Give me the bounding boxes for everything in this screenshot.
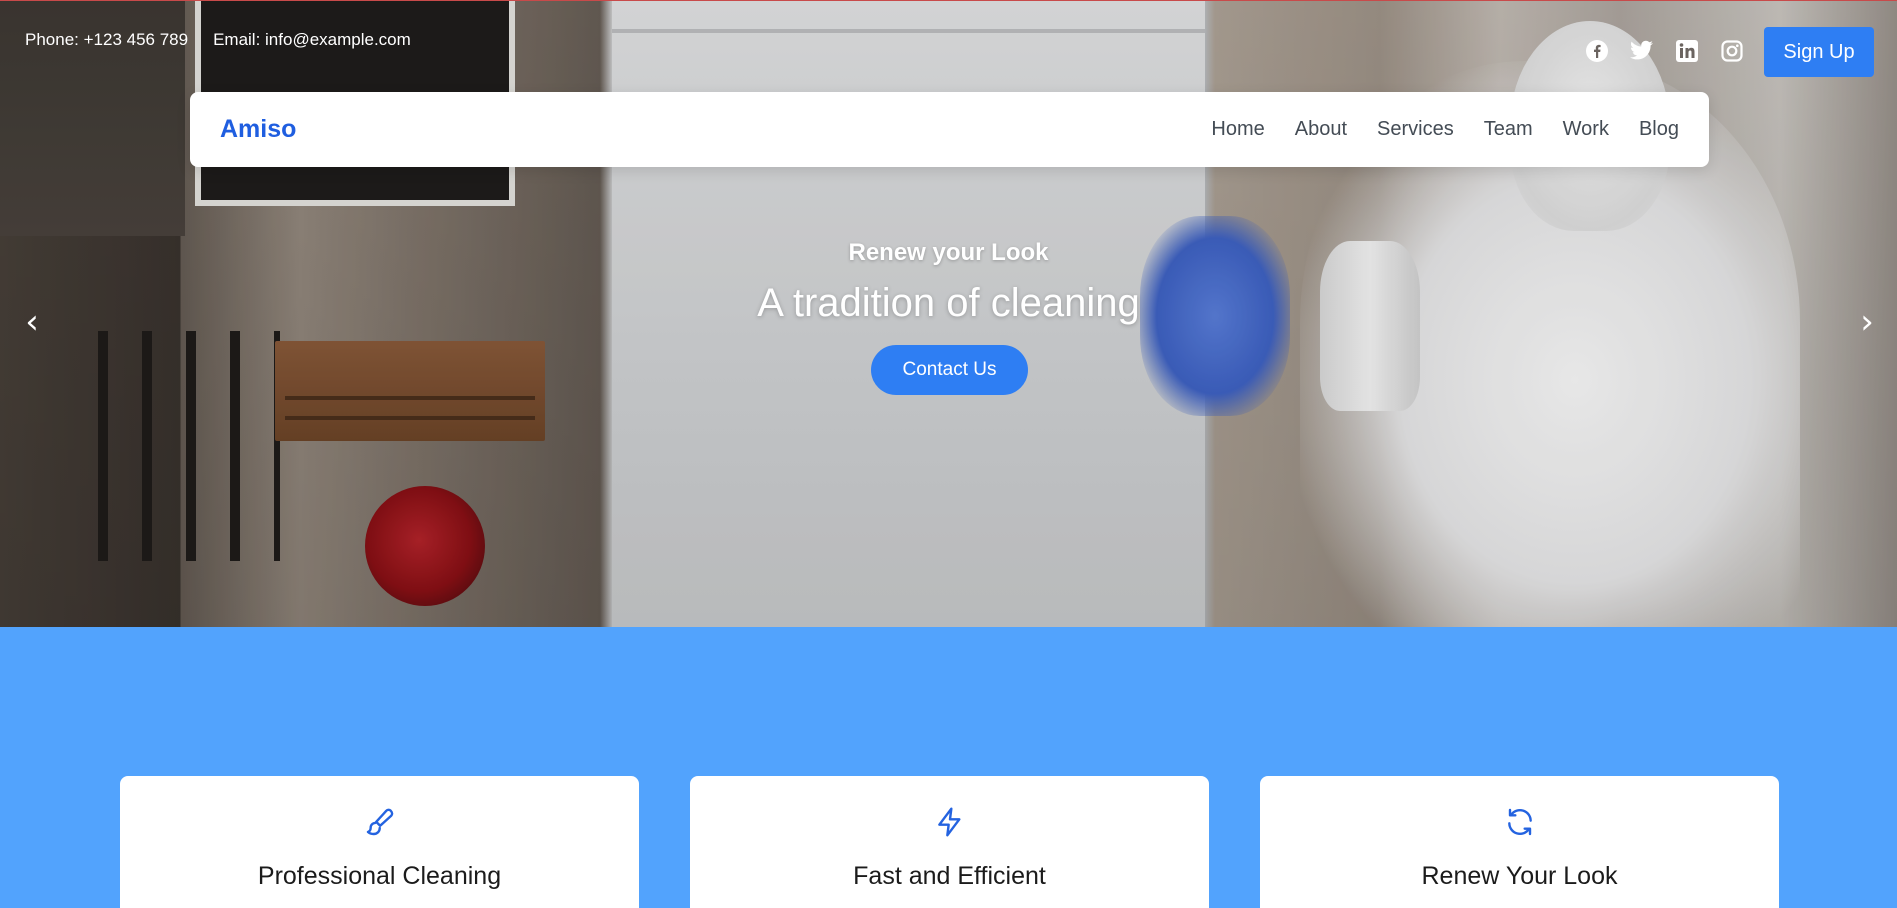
- lightning-icon: [937, 807, 961, 837]
- contact-us-button[interactable]: Contact Us: [871, 345, 1028, 395]
- signup-button[interactable]: Sign Up: [1764, 27, 1874, 77]
- facebook-icon[interactable]: [1584, 38, 1609, 63]
- brush-icon: [366, 808, 393, 836]
- brand-logo[interactable]: Amiso: [220, 115, 296, 144]
- contact-info: Phone: +123 456 789 Email: info@example.…: [25, 30, 411, 50]
- hero-carousel: Phone: +123 456 789 Email: info@example.…: [0, 0, 1897, 627]
- nav-link-home[interactable]: Home: [1211, 118, 1264, 141]
- contact-email: Email: info@example.com: [213, 30, 411, 49]
- nav-link-blog[interactable]: Blog: [1639, 118, 1679, 141]
- nav-link-team[interactable]: Team: [1484, 118, 1533, 141]
- feature-card-professional-cleaning: Professional Cleaning: [120, 776, 639, 908]
- carousel-next-icon[interactable]: ›: [1852, 302, 1882, 342]
- feature-card-renew-your-look: Renew Your Look: [1260, 776, 1779, 908]
- twitter-icon[interactable]: [1629, 38, 1654, 63]
- linkedin-icon[interactable]: [1674, 38, 1699, 63]
- feature-card-fast-efficient: Fast and Efficient: [690, 776, 1209, 908]
- main-navbar: Amiso Home About Services Team Work Blog: [190, 92, 1709, 167]
- contact-phone: Phone: +123 456 789: [25, 30, 189, 49]
- instagram-icon[interactable]: [1719, 38, 1744, 63]
- hero-subtitle: Renew your Look: [848, 239, 1049, 266]
- nav-links: Home About Services Team Work Blog: [1211, 118, 1679, 141]
- feature-title: Professional Cleaning: [257, 862, 502, 890]
- nav-link-about[interactable]: About: [1295, 118, 1347, 141]
- feature-title: Fast and Efficient: [853, 862, 1046, 890]
- refresh-icon: [1507, 808, 1532, 836]
- nav-link-work[interactable]: Work: [1563, 118, 1609, 141]
- carousel-prev-icon[interactable]: ‹: [17, 302, 47, 342]
- feature-title: Renew Your Look: [1421, 862, 1618, 890]
- hero-title: A tradition of cleaning: [757, 281, 1140, 325]
- nav-link-services[interactable]: Services: [1377, 118, 1454, 141]
- social-links: [1584, 38, 1744, 63]
